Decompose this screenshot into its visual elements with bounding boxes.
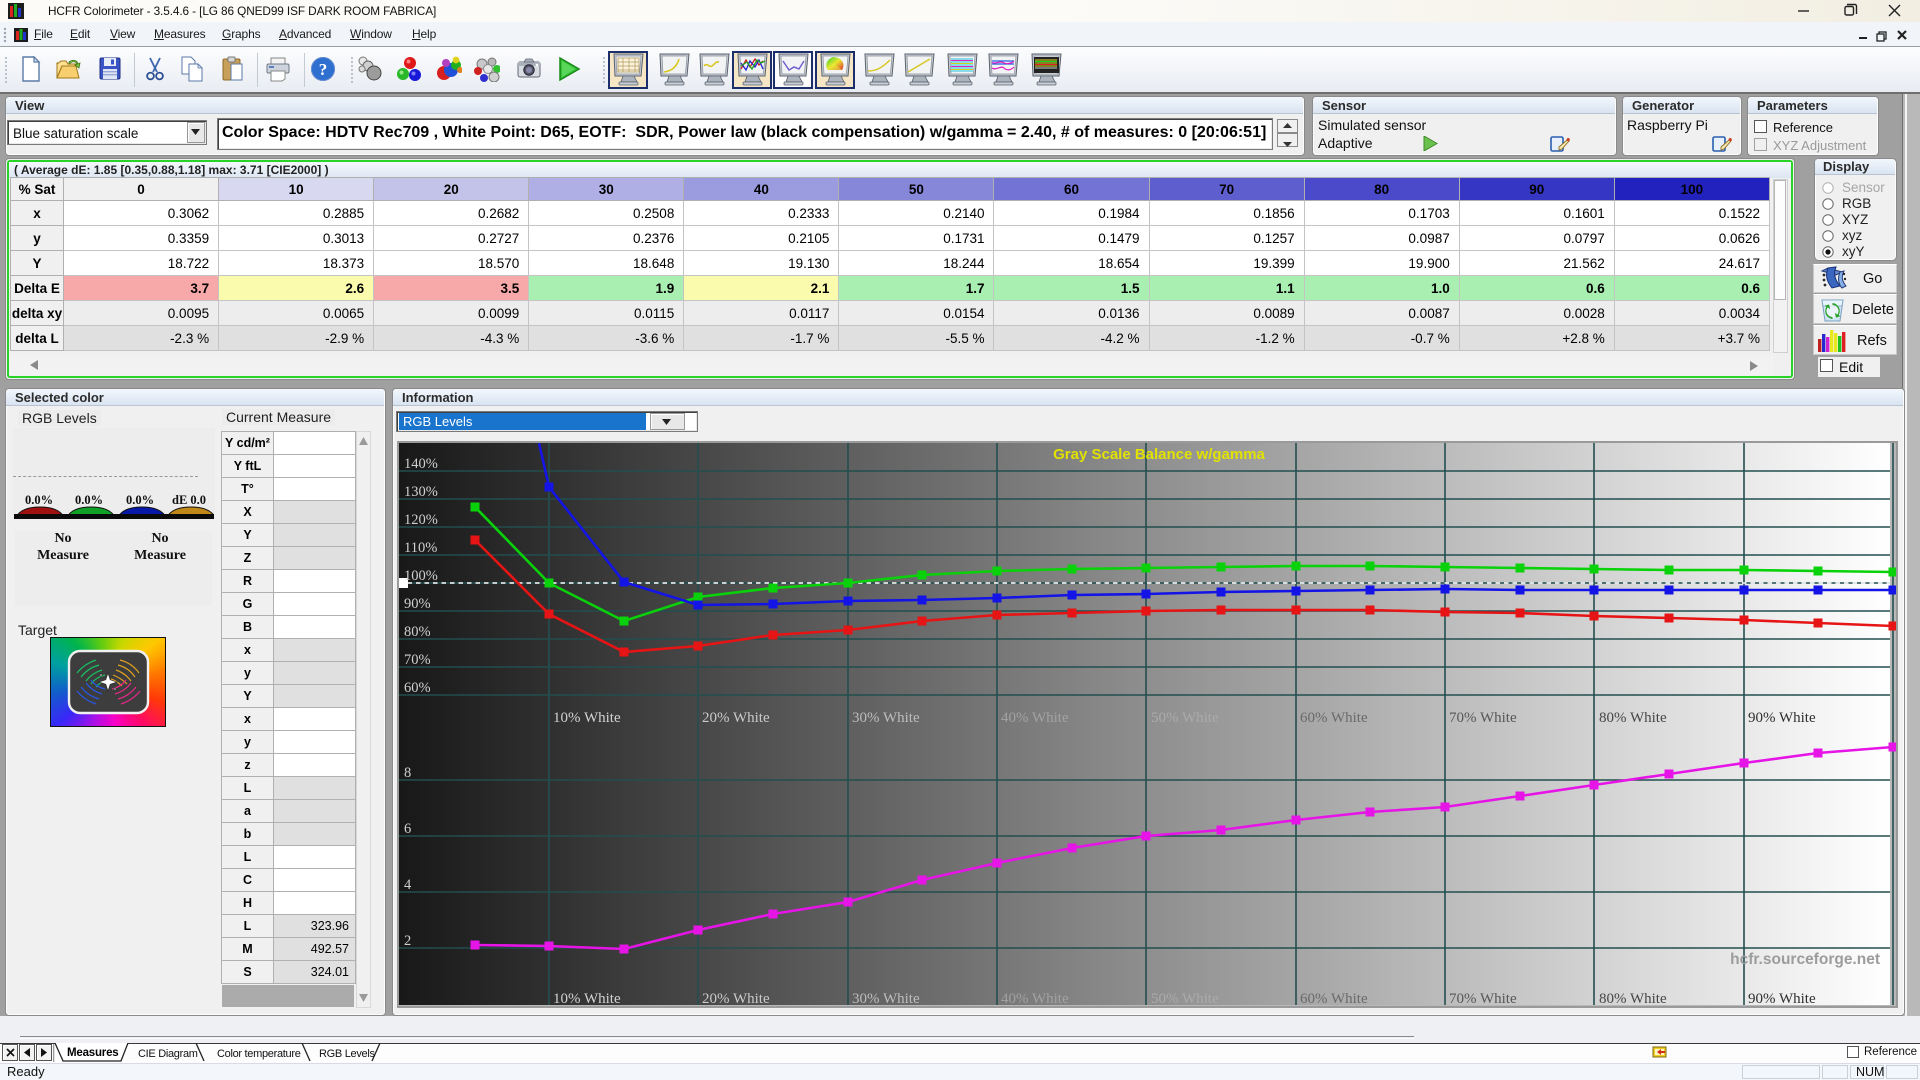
svg-text:4: 4: [404, 877, 412, 893]
svg-text:hcfr.sourceforge.net: hcfr.sourceforge.net: [1730, 951, 1880, 968]
svg-text:40% White: 40% White: [1001, 710, 1069, 726]
svg-text:70% White: 70% White: [1449, 710, 1517, 726]
svg-text:8: 8: [404, 765, 411, 781]
svg-text:60% White: 60% White: [1300, 991, 1368, 1007]
svg-text:130%: 130%: [404, 484, 438, 500]
svg-text:90%: 90%: [404, 596, 431, 612]
svg-text:60%: 60%: [404, 680, 431, 696]
svg-text:30% White: 30% White: [852, 710, 920, 726]
svg-text:Gray Scale Balance w/gamma: Gray Scale Balance w/gamma: [1053, 446, 1265, 463]
svg-text:100%: 100%: [404, 568, 438, 584]
svg-text:80% White: 80% White: [1599, 710, 1667, 726]
svg-text:50% White: 50% White: [1151, 710, 1219, 726]
svg-text:90% White: 90% White: [1748, 710, 1816, 726]
svg-text:30% White: 30% White: [852, 991, 920, 1007]
svg-text:70% White: 70% White: [1449, 991, 1517, 1007]
svg-text:20% White: 20% White: [702, 991, 770, 1007]
svg-text:60% White: 60% White: [1300, 710, 1368, 726]
svg-text:120%: 120%: [404, 512, 438, 528]
svg-text:140%: 140%: [404, 456, 438, 472]
svg-text:6: 6: [404, 821, 411, 837]
svg-text:110%: 110%: [404, 540, 437, 556]
svg-text:90% White: 90% White: [1748, 991, 1816, 1007]
svg-text:70%: 70%: [404, 652, 431, 668]
svg-text:20% White: 20% White: [702, 710, 770, 726]
svg-text:2: 2: [404, 933, 411, 949]
svg-text:40% White: 40% White: [1001, 991, 1069, 1007]
svg-text:10% White: 10% White: [553, 991, 621, 1007]
svg-text:?: ?: [319, 60, 328, 79]
svg-text:50% White: 50% White: [1151, 991, 1219, 1007]
svg-text:80%: 80%: [404, 624, 431, 640]
svg-text:10% White: 10% White: [553, 710, 621, 726]
svg-text:80% White: 80% White: [1599, 991, 1667, 1007]
